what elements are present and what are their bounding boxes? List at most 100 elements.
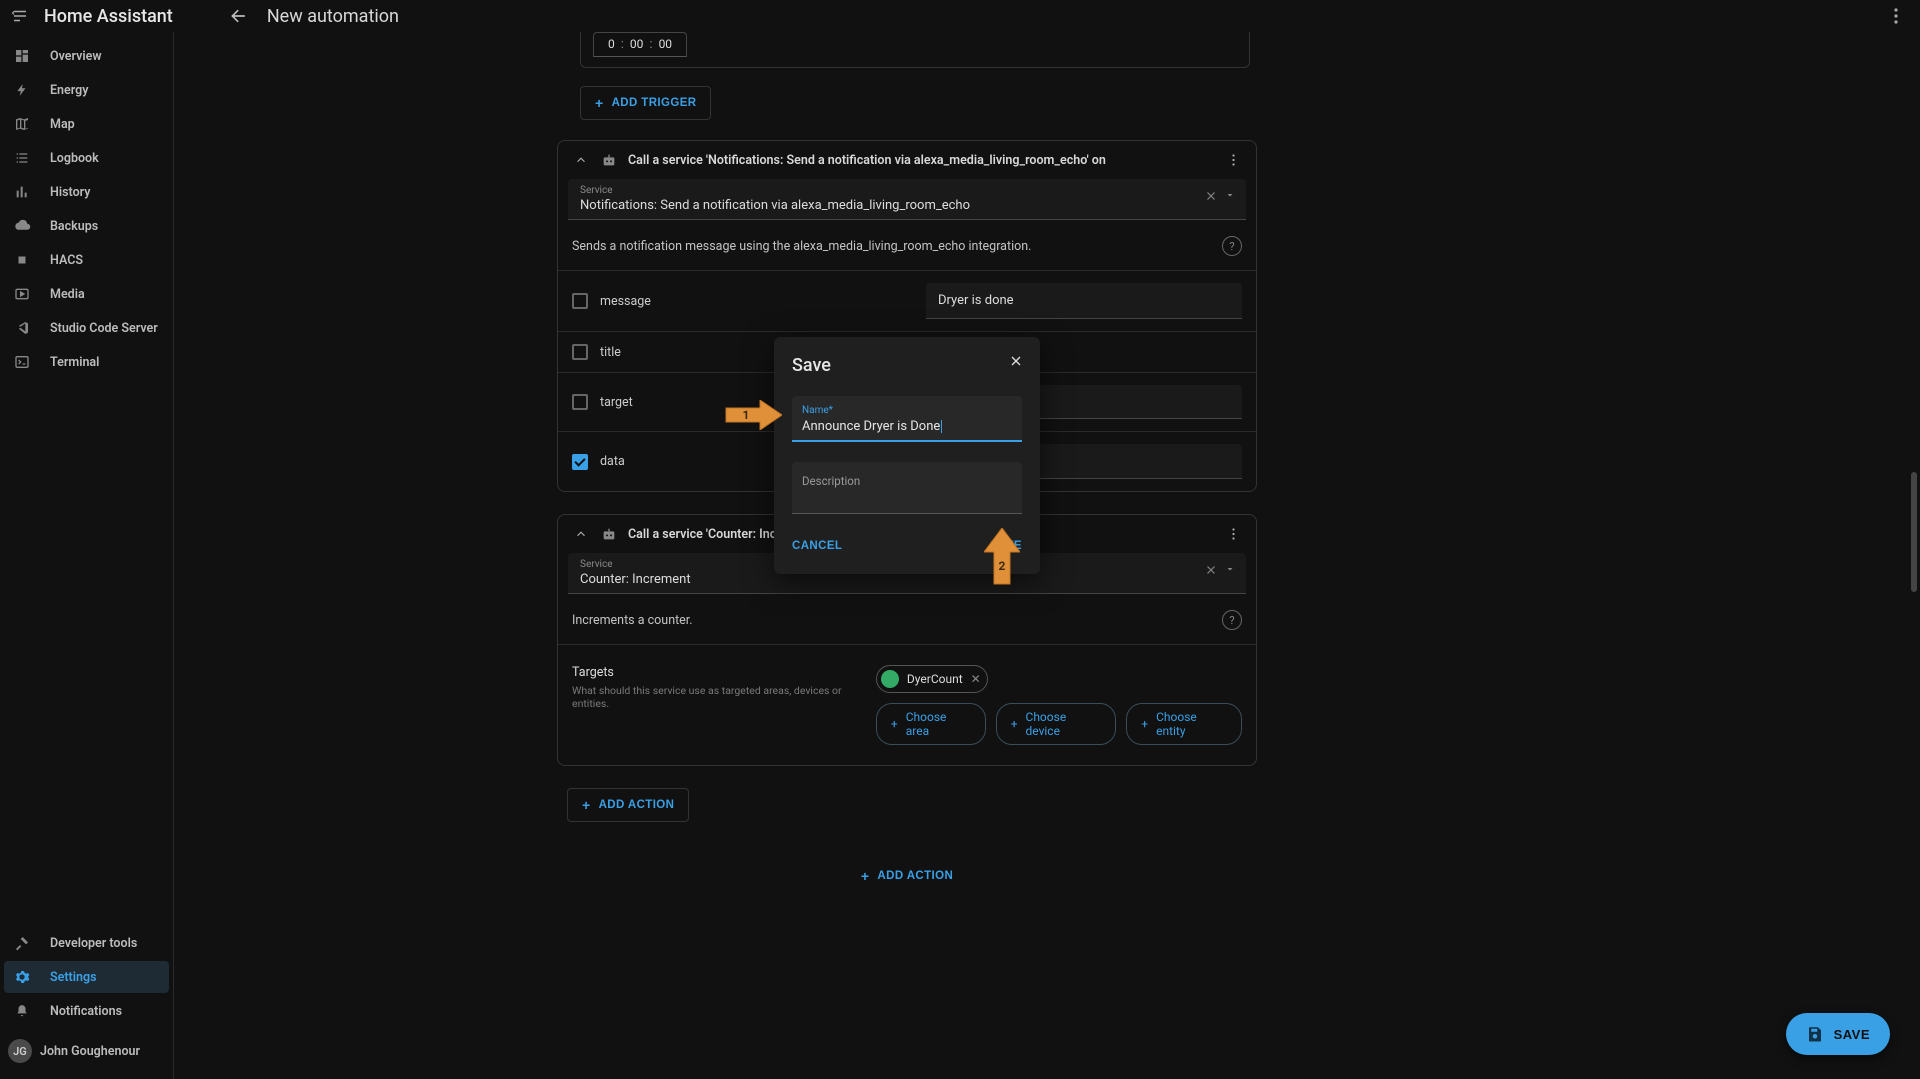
plus-icon: + — [1011, 717, 1018, 731]
avatar: JG — [8, 1039, 32, 1063]
service-description: Increments a counter. — [572, 613, 693, 628]
svg-text:1: 1 — [743, 408, 750, 422]
chevron-down-icon[interactable] — [572, 525, 590, 543]
dashboard-icon — [12, 48, 32, 64]
add-action-button-footer[interactable]: + Add Action — [847, 860, 967, 892]
hamburger-icon[interactable] — [8, 4, 32, 28]
sidebar-item-terminal[interactable]: Terminal — [4, 346, 169, 378]
sidebar-item-label: History — [50, 185, 90, 200]
gear-icon — [12, 969, 32, 985]
app-title: Home Assistant — [44, 6, 173, 27]
checkbox-target[interactable] — [572, 394, 588, 410]
plus-icon: + — [861, 868, 870, 884]
dialog-title: Save — [792, 355, 1022, 376]
help-icon[interactable]: ? — [1222, 610, 1242, 630]
save-icon — [1806, 1025, 1824, 1043]
dropdown-icon[interactable] — [1224, 563, 1240, 579]
chart-icon — [12, 184, 32, 200]
svg-text:2: 2 — [999, 559, 1006, 573]
param-label: message — [600, 294, 651, 309]
choose-entity-chip[interactable]: +Choose entity — [1126, 703, 1242, 745]
sidebar-item-notifications[interactable]: Notifications — [4, 995, 169, 1027]
service-value: Counter: Increment — [580, 572, 691, 587]
scrollbar[interactable] — [1911, 472, 1917, 592]
checkbox-title[interactable] — [572, 344, 588, 360]
entity-icon — [881, 670, 899, 688]
checkbox-data[interactable] — [572, 454, 588, 470]
cloud-icon — [12, 219, 32, 233]
sidebar-item-label: Backups — [50, 219, 98, 234]
top-more-icon[interactable] — [1884, 4, 1908, 28]
targets-help: What should this service use as targeted… — [572, 684, 876, 710]
name-field[interactable]: Name* Announce Dryer is Done — [792, 396, 1022, 442]
more-icon[interactable] — [1224, 151, 1242, 169]
close-icon[interactable] — [1006, 351, 1026, 371]
sidebar-item-energy[interactable]: Energy — [4, 74, 169, 106]
sidebar-item-label: Logbook — [50, 151, 99, 166]
targets-label: Targets — [572, 665, 876, 680]
robot-icon — [600, 525, 618, 543]
remove-entity-icon[interactable]: ✕ — [971, 672, 981, 686]
plus-icon: + — [1141, 717, 1148, 731]
sidebar-item-label: HACS — [50, 253, 83, 268]
plus-icon: + — [582, 797, 591, 813]
annotation-arrow-1: 1 — [724, 400, 782, 430]
bolt-icon — [12, 82, 32, 98]
sidebar-item-label: Notifications — [50, 1004, 122, 1019]
sidebar-item-label: Studio Code Server — [50, 321, 158, 336]
sidebar-item-logbook[interactable]: Logbook — [4, 142, 169, 174]
map-icon — [12, 116, 32, 132]
choose-area-chip[interactable]: +Choose area — [876, 703, 986, 745]
delay-input[interactable]: 0 : 00 : 00 — [593, 32, 687, 57]
robot-icon — [600, 151, 618, 169]
clear-icon[interactable] — [1204, 189, 1220, 205]
service-value: Notifications: Send a notification via a… — [580, 198, 970, 213]
service-select[interactable]: Service Notifications: Send a notificati… — [568, 179, 1246, 220]
text-cursor — [941, 420, 942, 433]
vscode-icon — [12, 320, 32, 336]
name-label: Name* — [802, 405, 833, 416]
param-label: title — [600, 345, 621, 360]
message-input[interactable]: Dryer is done — [926, 283, 1242, 319]
action-title: Call a service 'Notifications: Send a no… — [628, 153, 1106, 168]
more-icon[interactable] — [1224, 525, 1242, 543]
add-trigger-button[interactable]: + Add Trigger — [580, 86, 711, 120]
sidebar-item-hacs[interactable]: HACS — [4, 244, 169, 276]
sidebar-item-map[interactable]: Map — [4, 108, 169, 140]
service-description: Sends a notification message using the a… — [572, 239, 1031, 254]
hacs-icon — [12, 253, 32, 267]
help-icon[interactable]: ? — [1222, 236, 1242, 256]
sidebar-item-label: Settings — [50, 970, 97, 985]
sidebar-user[interactable]: JG John Goughenour — [0, 1029, 173, 1073]
service-label: Service — [580, 559, 691, 570]
choose-device-chip[interactable]: +Choose device — [996, 703, 1117, 745]
sidebar-item-history[interactable]: History — [4, 176, 169, 208]
plus-icon: + — [891, 717, 898, 731]
service-label: Service — [580, 185, 970, 196]
sidebar-item-settings[interactable]: Settings — [4, 961, 169, 993]
list-icon — [12, 150, 32, 166]
description-field[interactable]: Description — [792, 462, 1022, 514]
save-fab[interactable]: Save — [1786, 1013, 1890, 1055]
sidebar-item-label: Media — [50, 287, 85, 302]
user-name: John Goughenour — [40, 1044, 140, 1059]
sidebar-item-devtools[interactable]: Developer tools — [4, 927, 169, 959]
sidebar-item-label: Energy — [50, 83, 88, 98]
checkbox-message[interactable] — [572, 293, 588, 309]
sidebar-item-backups[interactable]: Backups — [4, 210, 169, 242]
param-label: data — [600, 454, 625, 469]
chevron-down-icon[interactable] — [572, 151, 590, 169]
cancel-button[interactable]: Cancel — [792, 536, 842, 556]
back-arrow-icon[interactable] — [227, 4, 251, 28]
add-action-button[interactable]: + Add Action — [567, 788, 689, 822]
clear-icon[interactable] — [1204, 563, 1220, 579]
sidebar-item-overview[interactable]: Overview — [4, 40, 169, 72]
entity-chip[interactable]: DyerCount ✕ — [876, 665, 988, 693]
hammer-icon — [12, 935, 32, 951]
sidebar-item-studio[interactable]: Studio Code Server — [4, 312, 169, 344]
sidebar-item-label: Map — [50, 117, 75, 132]
sidebar-item-label: Overview — [50, 49, 102, 64]
sidebar-item-media[interactable]: Media — [4, 278, 169, 310]
dropdown-icon[interactable] — [1224, 189, 1240, 205]
param-label: target — [600, 395, 633, 410]
